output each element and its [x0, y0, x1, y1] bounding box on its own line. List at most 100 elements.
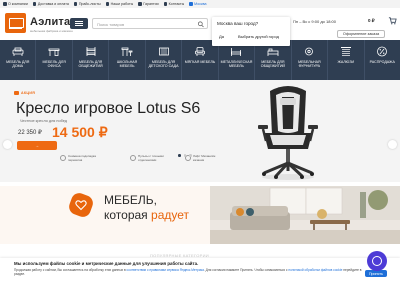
category-dormitory-furniture-2[interactable]: Мебель для общежитий [255, 40, 292, 80]
category-upholstered-furniture[interactable]: Мягкая мебель [182, 40, 219, 80]
category-office-furniture[interactable]: Мебель для офиса [36, 40, 73, 80]
metrika-rules-link[interactable]: соответствии с правилами сервиса Яндекс.… [127, 268, 204, 272]
hero-slider: АКЦИЯ Кресло игровое Lotus S6 Честное кр… [0, 80, 400, 182]
cookie-text: Продолжая работу с сайтом, Вы соглашаете… [14, 268, 364, 276]
feature-text: Лифт Механизм качания [193, 154, 216, 162]
arrow-right-icon: → [35, 143, 39, 148]
category-home-furniture[interactable]: Мебель для дома [0, 40, 37, 80]
category-label: Школьная мебель [116, 60, 138, 69]
hero-title: Кресло игровое Lotus S6 [16, 100, 201, 117]
crib-icon [158, 47, 169, 56]
slider-dot[interactable] [178, 154, 181, 157]
cart-total: 0 ₽ [368, 18, 375, 23]
hero-subtitle: Честное кресло для побед [20, 119, 67, 123]
slider-dot[interactable] [189, 154, 192, 157]
gaming-chair-image [258, 86, 318, 180]
category-kindergarten-furniture[interactable]: Мебель для детского сада [146, 40, 183, 80]
promo-badge-label: АКЦИЯ [21, 90, 36, 95]
cookie-policy-link[interactable]: политикой обработки файлов cookie [288, 268, 342, 272]
topbar-link-about[interactable]: О компании [3, 2, 28, 6]
cart-icon[interactable] [388, 16, 397, 25]
info-icon [3, 2, 7, 6]
topbar-link-label: Доставка и оплата [37, 2, 69, 6]
hero-buy-button[interactable]: → [17, 141, 57, 150]
site-header: Аэлита мебельная фабрика и магазин Пн – … [0, 8, 400, 38]
logo-title[interactable]: Аэлита [30, 16, 70, 28]
search-box [92, 18, 208, 29]
topbar-link-label: Прайс-листы [78, 2, 101, 6]
topbar-link-delivery[interactable]: Доставка и оплата [32, 2, 69, 6]
category-label: Распродажа [369, 60, 395, 64]
shield-icon [138, 2, 142, 6]
city-choose-other-button[interactable]: Выбрать другой город [238, 34, 279, 39]
image-icon [105, 2, 110, 6]
promo-banner[interactable]: МЕБЕЛЬ, которая радует [0, 186, 400, 244]
old-price: 22 350 ₽ [18, 130, 42, 136]
cookie-text-part: . Для согласия нажмите Принять. Чтобы оз… [203, 268, 289, 272]
location-pin-icon [189, 2, 193, 6]
category-sale[interactable]: Распродажа [365, 40, 400, 80]
topbar-link-works[interactable]: Наши работы [105, 2, 134, 6]
category-label: Мебель для детского сада [148, 60, 179, 69]
city-name: Москва [194, 2, 207, 6]
logo-subtitle: мебельная фабрика и магазин [30, 29, 73, 33]
bunk-bed-icon [86, 47, 96, 56]
category-label: Мебельная фурнитура [298, 60, 321, 69]
topbar-link-guarantee[interactable]: Гарантии [138, 2, 159, 6]
slider-dots [178, 154, 192, 157]
feature-text: Снижена подкладка перекатов [68, 154, 96, 162]
document-icon [73, 2, 78, 6]
category-label: Мягкая мебель [184, 60, 216, 64]
city-selector[interactable]: Москва [189, 2, 206, 6]
feature-text: Пульсы с точными отделениями [138, 154, 164, 162]
office-desk-icon [48, 48, 60, 56]
topbar-link-label: Контакты [168, 2, 185, 6]
topbar-link-pricelists[interactable]: Прайс-листы [73, 2, 101, 6]
cookie-title: Мы используем файлы cookie и метрические… [14, 261, 199, 266]
top-utility-bar: О компании Доставка и оплата Прайс-листы… [0, 0, 400, 8]
banner-title-line1: МЕБЕЛЬ, [104, 193, 157, 207]
checkout-button[interactable]: Оформление заказа [337, 30, 385, 38]
topbar-link-label: Наши работы [110, 2, 134, 6]
feature-icon [130, 155, 136, 161]
slider-next-arrow[interactable] [388, 140, 397, 149]
slider-dot[interactable] [183, 154, 186, 157]
cookie-text-part: Продолжая работу с сайтом, Вы соглашаете… [14, 268, 127, 272]
hero-feature: Пульсы с точными отделениями [130, 154, 168, 163]
slider-prev-arrow[interactable] [3, 140, 12, 149]
category-blinds[interactable]: Жалюзи [328, 40, 365, 80]
promo-badge: АКЦИЯ [14, 90, 35, 95]
category-metal-furniture[interactable]: Металлическая мебель [219, 40, 256, 80]
topbar-link-contacts[interactable]: Контакты [163, 2, 185, 6]
topbar-link-label: Гарантии [143, 2, 159, 6]
banner-title-prefix: которая [104, 208, 152, 222]
category-label: Мебель для офиса [42, 60, 66, 69]
banner-title-line2: которая радует [104, 208, 189, 222]
sofa-icon [12, 47, 24, 56]
category-label: Металлическая мебель [220, 60, 253, 69]
cookie-accept-button[interactable]: Принять [365, 270, 387, 277]
city-confirm-yes-button[interactable]: Да [219, 34, 224, 39]
category-dormitory-furniture[interactable]: Мебель для общежитий [73, 40, 110, 80]
cookie-consent-bar: Мы используем файлы cookie и метрические… [0, 258, 400, 281]
chat-widget-button[interactable] [367, 251, 387, 271]
banner-title-accent: радует [151, 208, 190, 222]
hardware-icon [305, 47, 314, 56]
search-icon[interactable] [197, 20, 205, 28]
city-confirm-popup: Москва ваш город? Да Выбрать другой горо… [212, 17, 290, 46]
category-nav: Мебель для дома Мебель для офиса Мебель … [0, 40, 400, 80]
category-hardware[interactable]: Мебельная фурнитура [292, 40, 329, 80]
armchair-icon [195, 47, 205, 56]
new-price: 14 500 ₽ [52, 124, 108, 140]
category-school-furniture[interactable]: Школьная мебель [109, 40, 146, 80]
catalog-menu-button[interactable] [70, 18, 88, 29]
metal-bed-icon [231, 48, 242, 56]
menu-icon [75, 20, 83, 22]
tag-icon [14, 90, 19, 95]
school-desk-icon [121, 47, 133, 56]
working-hours: Пн – Вс с 9:00 до 18:00 [293, 19, 336, 24]
search-input[interactable] [97, 20, 193, 28]
living-room-image [210, 186, 400, 244]
hero-feature: Снижена подкладка перекатов [60, 154, 98, 163]
logo-mark[interactable] [5, 13, 26, 33]
